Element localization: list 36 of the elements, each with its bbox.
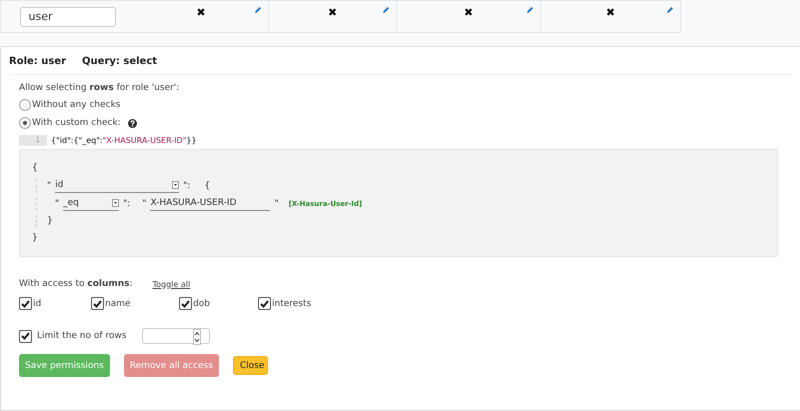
brace: }: [32, 232, 38, 243]
permission-cell[interactable]: ✖: [397, 0, 541, 33]
permission-cell[interactable]: ✖: [269, 0, 397, 33]
close-button[interactable]: Close: [232, 356, 268, 375]
brace: {: [204, 180, 210, 191]
query-title: Query: select: [82, 56, 158, 67]
limit-label: Limit the no of rows: [37, 331, 126, 341]
denied-symbol: ✖: [196, 7, 206, 19]
quote: ": [142, 198, 146, 209]
denied-symbol: ✖: [606, 7, 616, 19]
toggle-all-link[interactable]: Toggle all: [152, 280, 190, 288]
radio-label: Without any checks: [32, 100, 120, 110]
quote: ": [55, 198, 60, 209]
intro-text: Allow selecting rows for role 'user':: [19, 83, 180, 93]
role-input[interactable]: user: [20, 6, 116, 26]
denied-symbol: ✖: [464, 7, 474, 19]
columns-label: With access to columns:: [19, 279, 133, 289]
column-select[interactable]: id: [55, 178, 180, 193]
column-name: id: [33, 298, 42, 308]
permission-cell[interactable]: ✖: [541, 0, 681, 33]
column-name: interests: [272, 298, 312, 308]
quote: ": [274, 198, 279, 209]
quote: ": [47, 180, 52, 191]
brace: {: [32, 163, 38, 174]
brace: }: [47, 216, 53, 226]
column-name: name: [105, 298, 131, 308]
permission-cell[interactable]: ✖: [134, 0, 269, 33]
separator: ":: [123, 198, 130, 209]
code-text: {"id":{"_eq":"X-HASURA-USER-ID"}}: [51, 136, 197, 145]
column-name: dob: [193, 298, 210, 308]
role-title: Role: user: [9, 56, 66, 67]
operator-select[interactable]: _eq: [63, 196, 120, 211]
value-field[interactable]: X-HASURA-USER-ID: [150, 196, 270, 211]
radio-label: With custom check:: [32, 118, 121, 128]
denied-symbol: ✖: [328, 7, 338, 19]
separator: ":: [183, 180, 190, 191]
